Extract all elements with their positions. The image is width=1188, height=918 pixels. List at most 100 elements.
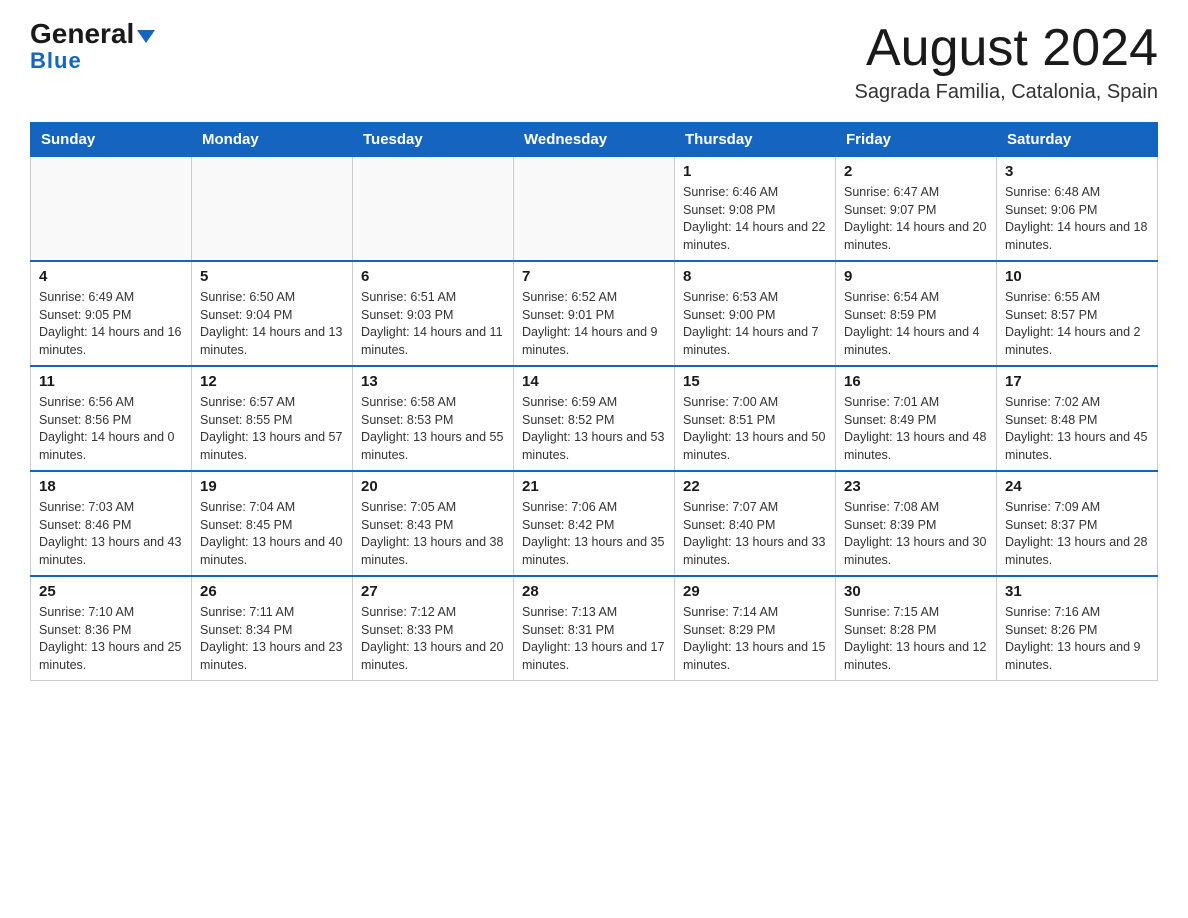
calendar-cell: 9 Sunrise: 6:54 AMSunset: 8:59 PMDaylight…: [836, 261, 997, 366]
calendar-cell: 7 Sunrise: 6:52 AMSunset: 9:01 PMDaylight…: [514, 261, 675, 366]
day-info: Sunrise: 6:48 AMSunset: 9:06 PMDaylight:…: [1005, 184, 1149, 254]
day-info: Sunrise: 7:00 AMSunset: 8:51 PMDaylight:…: [683, 394, 827, 464]
day-info: Sunrise: 7:12 AMSunset: 8:33 PMDaylight:…: [361, 604, 505, 674]
calendar-cell: 18Sunrise: 7:03 AMSunset: 8:46 PMDayligh…: [31, 471, 192, 576]
weekday-header-tuesday: Tuesday: [353, 123, 514, 157]
day-info: Sunrise: 6:55 AMSunset: 8:57 PMDaylight:…: [1005, 289, 1149, 359]
calendar-cell: 31Sunrise: 7:16 AMSunset: 8:26 PMDayligh…: [997, 576, 1158, 681]
calendar-cell: 20 Sunrise: 7:05 AMSunset: 8:43 PMDayligh…: [353, 471, 514, 576]
calendar-cell: 23Sunrise: 7:08 AMSunset: 8:39 PMDayligh…: [836, 471, 997, 576]
calendar-week-row: 1Sunrise: 6:46 AMSunset: 9:08 PMDaylight…: [31, 157, 1158, 262]
day-info: Sunrise: 7:02 AMSunset: 8:48 PMDaylight:…: [1005, 394, 1149, 464]
day-info: Sunrise: 7:13 AMSunset: 8:31 PMDaylight:…: [522, 604, 666, 674]
day-number: 13: [361, 373, 505, 390]
weekday-header-row: SundayMondayTuesdayWednesdayThursdayFrid…: [31, 123, 1158, 157]
day-info: Sunrise: 6:52 AMSunset: 9:01 PMDaylight:…: [522, 289, 666, 359]
day-number: 2: [844, 163, 988, 180]
day-number: 20: [361, 478, 505, 495]
calendar-cell: 5 Sunrise: 6:50 AMSunset: 9:04 PMDaylight…: [192, 261, 353, 366]
calendar-cell: [31, 157, 192, 262]
day-number: 8: [683, 268, 827, 285]
calendar-cell: 16 Sunrise: 7:01 AMSunset: 8:49 PMDayligh…: [836, 366, 997, 471]
calendar-cell: 15 Sunrise: 7:00 AMSunset: 8:51 PMDayligh…: [675, 366, 836, 471]
day-number: 12: [200, 373, 344, 390]
calendar-cell: 14 Sunrise: 6:59 AMSunset: 8:52 PMDayligh…: [514, 366, 675, 471]
calendar-week-row: 11 Sunrise: 6:56 AMSunset: 8:56 PMDayligh…: [31, 366, 1158, 471]
day-info: Sunrise: 6:59 AMSunset: 8:52 PMDaylight:…: [522, 394, 666, 464]
calendar-cell: 10 Sunrise: 6:55 AMSunset: 8:57 PMDayligh…: [997, 261, 1158, 366]
calendar-cell: 26 Sunrise: 7:11 AMSunset: 8:34 PMDayligh…: [192, 576, 353, 681]
day-info: Sunrise: 7:07 AMSunset: 8:40 PMDaylight:…: [683, 499, 827, 569]
day-number: 10: [1005, 268, 1149, 285]
calendar-cell: [192, 157, 353, 262]
day-info: Sunrise: 6:49 AMSunset: 9:05 PMDaylight:…: [39, 289, 183, 359]
day-info: Sunrise: 7:11 AMSunset: 8:34 PMDaylight:…: [200, 604, 344, 674]
calendar-cell: 21 Sunrise: 7:06 AMSunset: 8:42 PMDayligh…: [514, 471, 675, 576]
day-info: Sunrise: 7:15 AMSunset: 8:28 PMDaylight:…: [844, 604, 988, 674]
day-number: 3: [1005, 163, 1149, 180]
calendar-cell: 27Sunrise: 7:12 AMSunset: 8:33 PMDayligh…: [353, 576, 514, 681]
day-number: 28: [522, 583, 666, 600]
day-number: 5: [200, 268, 344, 285]
header: General Blue August 2024 Sagrada Familia…: [30, 20, 1158, 104]
logo: General Blue: [30, 20, 155, 74]
day-number: 15: [683, 373, 827, 390]
calendar-table: SundayMondayTuesdayWednesdayThursdayFrid…: [30, 122, 1158, 681]
day-number: 7: [522, 268, 666, 285]
day-info: Sunrise: 6:54 AMSunset: 8:59 PMDaylight:…: [844, 289, 988, 359]
weekday-header-monday: Monday: [192, 123, 353, 157]
calendar-cell: 4Sunrise: 6:49 AMSunset: 9:05 PMDaylight…: [31, 261, 192, 366]
day-info: Sunrise: 6:56 AMSunset: 8:56 PMDaylight:…: [39, 394, 183, 464]
day-number: 26: [200, 583, 344, 600]
day-info: Sunrise: 6:50 AMSunset: 9:04 PMDaylight:…: [200, 289, 344, 359]
day-info: Sunrise: 7:03 AMSunset: 8:46 PMDaylight:…: [39, 499, 183, 569]
day-info: Sunrise: 7:08 AMSunset: 8:39 PMDaylight:…: [844, 499, 988, 569]
calendar-cell: 19Sunrise: 7:04 AMSunset: 8:45 PMDayligh…: [192, 471, 353, 576]
calendar-cell: 1Sunrise: 6:46 AMSunset: 9:08 PMDaylight…: [675, 157, 836, 262]
logo-blue-text: Blue: [30, 48, 82, 74]
day-info: Sunrise: 7:05 AMSunset: 8:43 PMDaylight:…: [361, 499, 505, 569]
day-number: 21: [522, 478, 666, 495]
calendar-cell: 8 Sunrise: 6:53 AMSunset: 9:00 PMDaylight…: [675, 261, 836, 366]
weekday-header-sunday: Sunday: [31, 123, 192, 157]
day-number: 29: [683, 583, 827, 600]
calendar-header: SundayMondayTuesdayWednesdayThursdayFrid…: [31, 123, 1158, 157]
location-subtitle: Sagrada Familia, Catalonia, Spain: [854, 81, 1158, 104]
day-number: 16: [844, 373, 988, 390]
calendar-cell: 2Sunrise: 6:47 AMSunset: 9:07 PMDaylight…: [836, 157, 997, 262]
day-number: 22: [683, 478, 827, 495]
calendar-cell: [353, 157, 514, 262]
calendar-week-row: 25Sunrise: 7:10 AMSunset: 8:36 PMDayligh…: [31, 576, 1158, 681]
calendar-cell: 6 Sunrise: 6:51 AMSunset: 9:03 PMDaylight…: [353, 261, 514, 366]
calendar-cell: 22 Sunrise: 7:07 AMSunset: 8:40 PMDayligh…: [675, 471, 836, 576]
calendar-cell: 24Sunrise: 7:09 AMSunset: 8:37 PMDayligh…: [997, 471, 1158, 576]
weekday-header-thursday: Thursday: [675, 123, 836, 157]
calendar-cell: [514, 157, 675, 262]
day-number: 1: [683, 163, 827, 180]
logo-general-text: General: [30, 20, 134, 48]
day-info: Sunrise: 6:53 AMSunset: 9:00 PMDaylight:…: [683, 289, 827, 359]
day-info: Sunrise: 6:57 AMSunset: 8:55 PMDaylight:…: [200, 394, 344, 464]
calendar-cell: 17 Sunrise: 7:02 AMSunset: 8:48 PMDayligh…: [997, 366, 1158, 471]
day-number: 11: [39, 373, 183, 390]
page-title: August 2024: [854, 20, 1158, 77]
calendar-cell: 28 Sunrise: 7:13 AMSunset: 8:31 PMDayligh…: [514, 576, 675, 681]
day-info: Sunrise: 7:06 AMSunset: 8:42 PMDaylight:…: [522, 499, 666, 569]
day-number: 30: [844, 583, 988, 600]
day-number: 17: [1005, 373, 1149, 390]
day-info: Sunrise: 7:14 AMSunset: 8:29 PMDaylight:…: [683, 604, 827, 674]
day-number: 25: [39, 583, 183, 600]
calendar-cell: 30 Sunrise: 7:15 AMSunset: 8:28 PMDayligh…: [836, 576, 997, 681]
weekday-header-saturday: Saturday: [997, 123, 1158, 157]
day-number: 14: [522, 373, 666, 390]
day-info: Sunrise: 6:51 AMSunset: 9:03 PMDaylight:…: [361, 289, 505, 359]
day-info: Sunrise: 7:01 AMSunset: 8:49 PMDaylight:…: [844, 394, 988, 464]
calendar-body: 1Sunrise: 6:46 AMSunset: 9:08 PMDaylight…: [31, 157, 1158, 681]
calendar-cell: 3 Sunrise: 6:48 AMSunset: 9:06 PMDaylight…: [997, 157, 1158, 262]
calendar-cell: 11 Sunrise: 6:56 AMSunset: 8:56 PMDayligh…: [31, 366, 192, 471]
day-number: 6: [361, 268, 505, 285]
day-number: 19: [200, 478, 344, 495]
title-area: August 2024 Sagrada Familia, Catalonia, …: [854, 20, 1158, 104]
logo-triangle-icon: [137, 30, 155, 43]
day-number: 9: [844, 268, 988, 285]
